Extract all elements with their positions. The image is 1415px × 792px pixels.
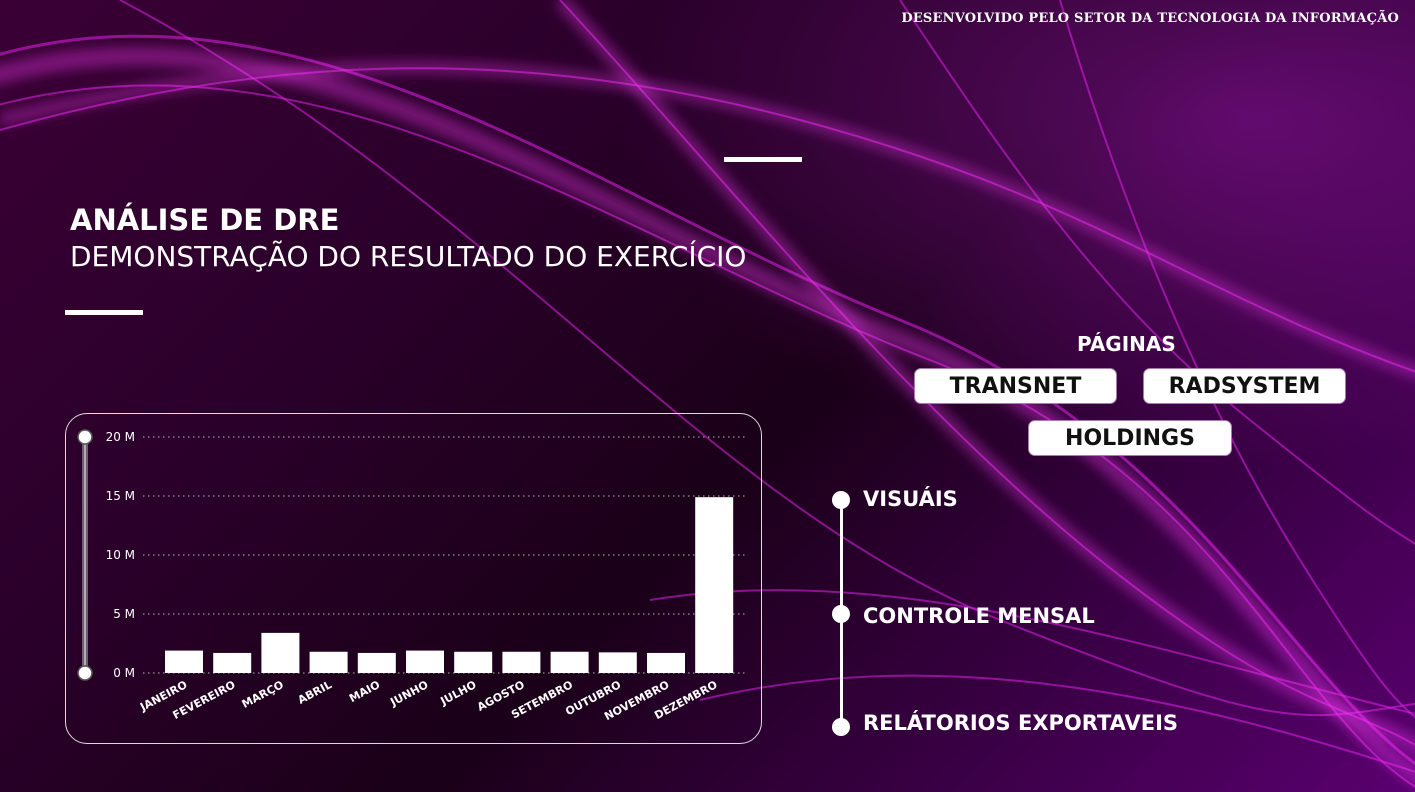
bar-fevereiro[interactable] bbox=[213, 652, 252, 673]
bar-março[interactable] bbox=[261, 632, 300, 673]
bar-dezembro[interactable] bbox=[695, 497, 734, 673]
nav-dot-visuais[interactable] bbox=[832, 491, 850, 509]
range-slider-max-handle[interactable] bbox=[77, 429, 93, 445]
x-tick-label: JULHO bbox=[438, 678, 479, 708]
bar-agosto[interactable] bbox=[502, 651, 541, 673]
x-tick-label: JUNHO bbox=[387, 678, 430, 709]
range-slider-min-handle[interactable] bbox=[77, 665, 93, 681]
y-tick-label: 10 M bbox=[106, 548, 135, 562]
bar-novembro[interactable] bbox=[647, 652, 685, 673]
x-tick-label: ABRIL bbox=[296, 678, 334, 707]
bar-julho[interactable] bbox=[454, 651, 493, 673]
x-tick-label: MARÇO bbox=[240, 678, 286, 711]
nav-item-relatorios-exportaveis[interactable]: RELÁTORIOS EXPORTAVEIS bbox=[863, 711, 1178, 735]
nav-dot-controle-mensal[interactable] bbox=[832, 605, 850, 623]
bar-outubro[interactable] bbox=[598, 652, 637, 673]
bar-janeiro[interactable] bbox=[165, 650, 203, 673]
x-tick-label: MAIO bbox=[347, 678, 382, 705]
y-tick-label: 0 M bbox=[113, 666, 135, 680]
nav-item-controle-mensal[interactable]: CONTROLE MENSAL bbox=[863, 604, 1095, 628]
nav-item-visuais[interactable]: VISUÁIS bbox=[863, 487, 958, 511]
y-tick-label: 15 M bbox=[106, 489, 135, 503]
y-tick-label: 5 M bbox=[113, 607, 135, 621]
bar-setembro[interactable] bbox=[550, 651, 589, 673]
y-tick-label: 20 M bbox=[106, 430, 135, 444]
bar-abril[interactable] bbox=[309, 651, 348, 673]
monthly-result-bar-chart: 0 M5 M10 M15 M20 MJANEIROFEVEREIRO MARÇO A… bbox=[77, 429, 746, 723]
bar-maio[interactable] bbox=[357, 652, 396, 673]
nav-dot-relatorios-exportaveis[interactable] bbox=[832, 718, 850, 736]
bar-junho[interactable] bbox=[406, 650, 444, 673]
